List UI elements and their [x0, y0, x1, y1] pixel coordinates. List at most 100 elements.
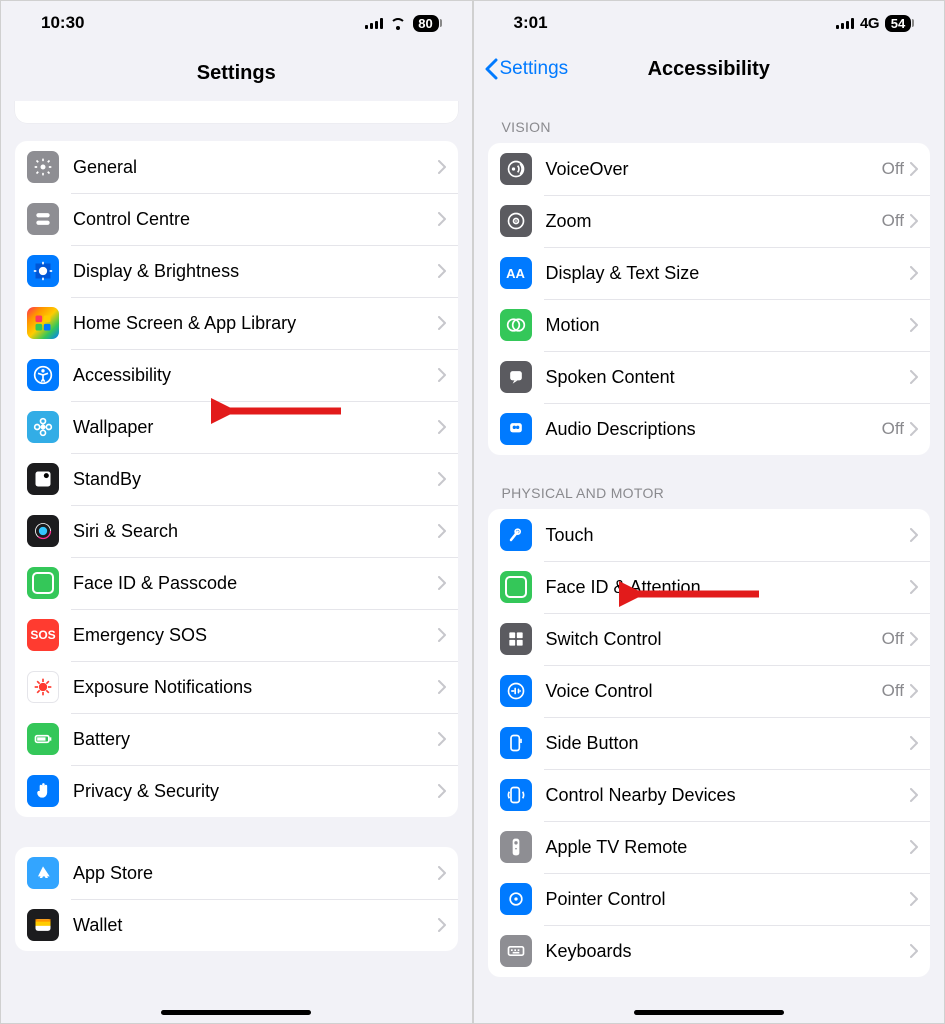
settings-group: VoiceOverOffZoomOffAADisplay & Text Size…	[488, 143, 931, 455]
row-exposure-notifications[interactable]: Exposure Notifications	[15, 661, 458, 713]
row-battery[interactable]: Battery	[15, 713, 458, 765]
siri-icon	[27, 515, 59, 547]
row-privacy-security[interactable]: Privacy & Security	[15, 765, 458, 817]
row-label: Pointer Control	[546, 889, 911, 910]
signal-icon	[365, 17, 383, 29]
network-label: 4G	[860, 15, 879, 32]
row-label: Keyboards	[546, 941, 911, 962]
row-motion[interactable]: Motion	[488, 299, 931, 351]
row-audio-descriptions[interactable]: Audio DescriptionsOff	[488, 403, 931, 455]
home-indicator[interactable]	[634, 1010, 784, 1015]
row-general[interactable]: General	[15, 141, 458, 193]
status-time: 10:30	[41, 13, 84, 33]
row-value: Off	[882, 681, 904, 701]
chevron-right-icon	[438, 160, 446, 174]
status-time: 3:01	[514, 13, 548, 33]
signal-icon	[836, 17, 854, 29]
chevron-right-icon	[438, 524, 446, 538]
virus-icon	[27, 671, 59, 703]
row-wallpaper[interactable]: Wallpaper	[15, 401, 458, 453]
row-wallet[interactable]: Wallet	[15, 899, 458, 951]
row-face-id-attention[interactable]: Face ID & Attention	[488, 561, 931, 613]
accessibility-scroll[interactable]: VISIONVoiceOverOffZoomOffAADisplay & Tex…	[474, 93, 945, 1023]
chevron-right-icon	[910, 528, 918, 542]
row-label: Spoken Content	[546, 367, 911, 388]
accessibility-icon	[27, 359, 59, 391]
chevron-right-icon	[438, 918, 446, 932]
settings-group: GeneralControl Centre Display & Brightnes…	[15, 141, 458, 817]
row-value: Off	[882, 419, 904, 439]
group-header: PHYSICAL AND MOTOR	[488, 485, 931, 509]
chevron-right-icon	[438, 212, 446, 226]
row-zoom[interactable]: ZoomOff	[488, 195, 931, 247]
chevron-right-icon	[438, 628, 446, 642]
audiodesc-icon	[500, 413, 532, 445]
row-control-centre[interactable]: Control Centre	[15, 193, 458, 245]
row-voiceover[interactable]: VoiceOverOff	[488, 143, 931, 195]
chevron-right-icon	[910, 632, 918, 646]
row-label: Control Nearby Devices	[546, 785, 911, 806]
home-indicator[interactable]	[161, 1010, 311, 1015]
row-label: Face ID & Passcode	[73, 573, 438, 594]
row-display-text-size[interactable]: AADisplay & Text Size	[488, 247, 931, 299]
row-label: Side Button	[546, 733, 911, 754]
row-control-nearby-devices[interactable]: Control Nearby Devices	[488, 769, 931, 821]
hand-icon	[27, 775, 59, 807]
faceid-icon	[500, 571, 532, 603]
row-app-store[interactable]: App Store	[15, 847, 458, 899]
settings-screen: 10:30 80 Settings GeneralControl CentreD…	[1, 1, 472, 1023]
textsize-icon: AA	[500, 257, 532, 289]
row-label: Audio Descriptions	[546, 419, 882, 440]
chevron-right-icon	[438, 316, 446, 330]
chevron-right-icon	[438, 732, 446, 746]
spoken-icon	[500, 361, 532, 393]
row-label: Battery	[73, 729, 438, 750]
faceid-icon	[27, 567, 59, 599]
row-touch[interactable]: Touch	[488, 509, 931, 561]
row-pointer-control[interactable]: Pointer Control	[488, 873, 931, 925]
row-keyboards[interactable]: Keyboards	[488, 925, 931, 977]
navbar: Settings Accessibility	[474, 45, 945, 93]
chevron-right-icon	[910, 736, 918, 750]
row-siri-search[interactable]: Siri & Search	[15, 505, 458, 557]
row-accessibility[interactable]: Accessibility	[15, 349, 458, 401]
gear-icon	[27, 151, 59, 183]
apps-icon	[27, 307, 59, 339]
row-standby[interactable]: StandBy	[15, 453, 458, 505]
settings-scroll[interactable]: GeneralControl Centre Display & Brightnes…	[1, 101, 472, 1023]
row-label: Exposure Notifications	[73, 677, 438, 698]
navbar: Settings	[1, 45, 472, 101]
row-side-button[interactable]: Side Button	[488, 717, 931, 769]
chevron-right-icon	[910, 580, 918, 594]
row-spoken-content[interactable]: Spoken Content	[488, 351, 931, 403]
row-face-id-passcode[interactable]: Face ID & Passcode	[15, 557, 458, 609]
row-voice-control[interactable]: Voice ControlOff	[488, 665, 931, 717]
chevron-right-icon	[910, 214, 918, 228]
flower-icon	[27, 411, 59, 443]
appstore-icon	[27, 857, 59, 889]
voicectrl-icon	[500, 675, 532, 707]
touch-icon	[500, 519, 532, 551]
chevron-right-icon	[438, 264, 446, 278]
chevron-right-icon	[910, 944, 918, 958]
row-label: Display & Brightness	[73, 261, 438, 282]
back-label: Settings	[500, 58, 569, 80]
row-home-screen-app-library[interactable]: Home Screen & App Library	[15, 297, 458, 349]
row-label: VoiceOver	[546, 159, 882, 180]
row-switch-control[interactable]: Switch ControlOff	[488, 613, 931, 665]
row-apple-tv-remote[interactable]: Apple TV Remote	[488, 821, 931, 873]
row-display-brightness[interactable]: Display & Brightness	[15, 245, 458, 297]
zoom-icon	[500, 205, 532, 237]
sos-icon: SOS	[27, 619, 59, 651]
chevron-right-icon	[438, 368, 446, 382]
keyboard-icon	[500, 935, 532, 967]
row-label: App Store	[73, 863, 438, 884]
row-label: Apple TV Remote	[546, 837, 911, 858]
chevron-right-icon	[910, 684, 918, 698]
row-value: Off	[882, 629, 904, 649]
back-button[interactable]: Settings	[484, 58, 569, 80]
row-emergency-sos[interactable]: SOSEmergency SOS	[15, 609, 458, 661]
row-label: Zoom	[546, 211, 882, 232]
pointer-icon	[500, 883, 532, 915]
search-card-stub	[15, 101, 458, 123]
